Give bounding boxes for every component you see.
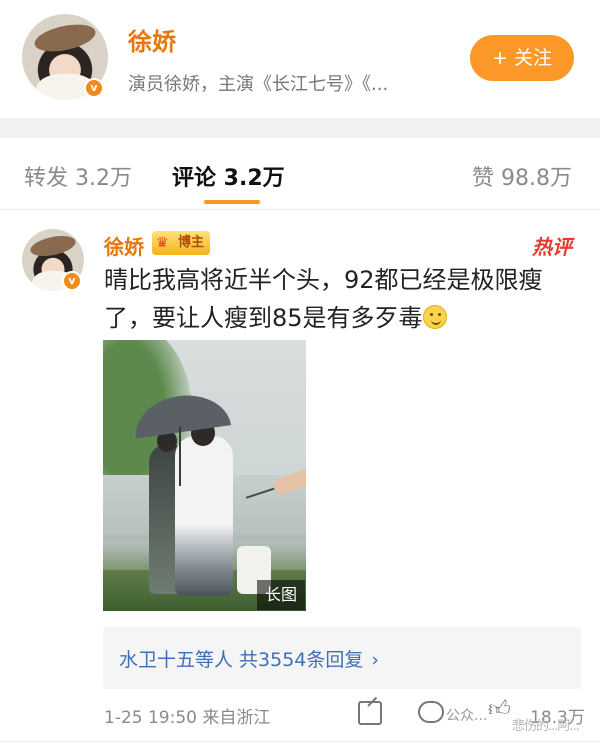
comment-icon[interactable]: [418, 701, 444, 723]
blogger-badge: ♛ 博主: [152, 231, 211, 255]
bottom-divider: [0, 741, 600, 742]
thumbs-up-icon[interactable]: 👍︎: [488, 697, 512, 723]
blogger-badge-label: 博主: [178, 235, 205, 250]
section-divider: [0, 118, 600, 138]
comment-author[interactable]: 徐娇: [104, 231, 144, 260]
watermark-right: 悲伤的...阿...: [512, 719, 580, 734]
tab-like[interactable]: 赞 98.8万: [472, 160, 572, 192]
share-icon[interactable]: [358, 701, 382, 725]
hot-comment-tag: 热评: [532, 235, 572, 259]
umbrella-stick: [179, 426, 181, 486]
comment-image[interactable]: [103, 340, 306, 611]
follow-button[interactable]: + 关注: [470, 35, 574, 81]
verified-icon: v: [84, 78, 104, 98]
replies-summary-text: 水卫十五等人 共3554条回复: [119, 649, 364, 671]
active-tab-indicator: [204, 200, 260, 204]
comment-body: 晴比我高将近半个头，92都已经是极限瘦了，要让人瘦到85是有多歹毒: [104, 266, 543, 332]
crown-icon: ♛: [156, 235, 169, 251]
tab-repost[interactable]: 转发 3.2万: [24, 160, 132, 192]
profile-name[interactable]: 徐娇: [128, 22, 176, 57]
avatar-hat: [32, 19, 98, 57]
comment-text: 晴比我高将近半个头，92都已经是极限瘦了，要让人瘦到85是有多歹毒: [104, 261, 580, 337]
long-image-tag: 长图: [257, 580, 305, 610]
profile-header: v 徐娇 演员徐娇，主演《长江七号》《... + 关注: [0, 0, 600, 118]
comment-meta: 1-25 19:50 来自浙江: [104, 708, 271, 728]
chevron-right-icon: ›: [371, 649, 380, 671]
replies-summary[interactable]: 水卫十五等人 共3554条回复 ›: [119, 645, 379, 672]
verified-icon: v: [62, 271, 82, 291]
profile-description: 演员徐娇，主演《长江七号》《...: [128, 74, 389, 95]
tab-bar: 转发 3.2万 评论 3.2万 赞 98.8万: [0, 138, 600, 210]
person-right: [175, 436, 233, 596]
tab-comment[interactable]: 评论 3.2万: [172, 160, 285, 192]
avatar-hat: [28, 232, 78, 260]
smile-emoji-icon: [422, 305, 447, 329]
comment-item: v 徐娇 ♛ 博主 热评 晴比我高将近半个头，92都已经是极限瘦了，要让人瘦到8…: [0, 211, 600, 746]
replies-box[interactable]: 水卫十五等人 共3554条回复 ›: [103, 627, 581, 689]
watermark-left: 公众...: [446, 708, 488, 724]
